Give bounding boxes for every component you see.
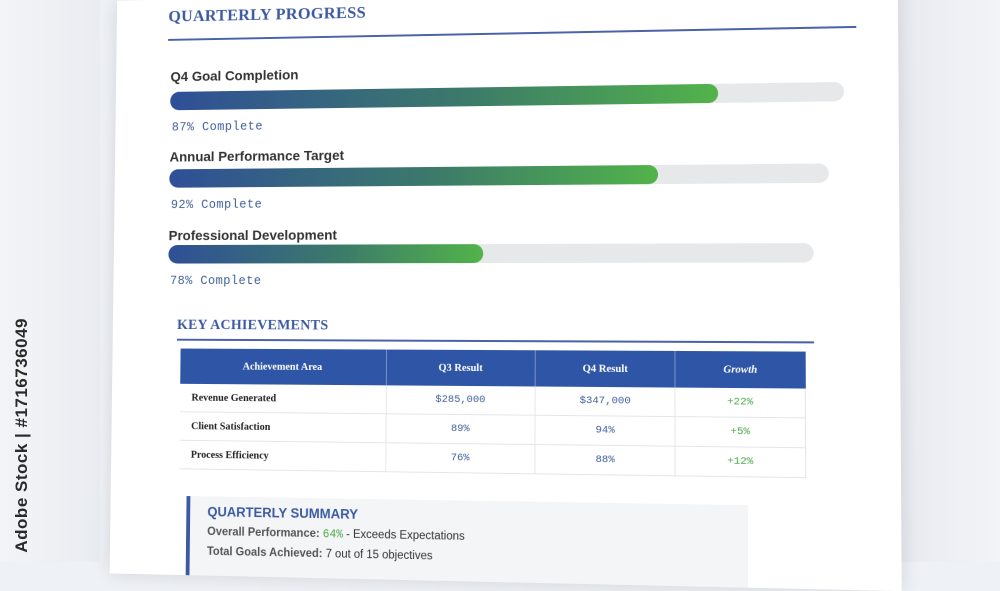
summary-box: QUARTERLY SUMMARY Overall Performance: 6… — [186, 496, 748, 588]
goals-value: 7 out of 15 objectives — [326, 548, 433, 562]
table-header-row: Achievement Area Q3 Result Q4 Result Gro… — [180, 349, 805, 389]
table-cell: 76% — [386, 443, 536, 474]
title-divider — [168, 26, 856, 41]
goal-progress-fill — [168, 244, 483, 263]
table-cell: +5% — [676, 417, 806, 448]
table-cell: Process Efficiency — [179, 440, 386, 471]
overall-performance: Overall Performance: 64% - Exceeds Expec… — [207, 526, 465, 544]
goal-status: 78% Complete — [170, 274, 262, 288]
goal-progress-bar — [169, 163, 829, 187]
achievements-title: KEY ACHIEVEMENTS — [177, 317, 329, 334]
goal-progress-bar — [168, 243, 813, 263]
right-margin — [890, 0, 1000, 562]
stock-credit: Adobe Stock | #1716736049 — [12, 318, 32, 553]
table-cell: 89% — [386, 414, 536, 445]
goals-achieved: Total Goals Achieved: 7 out of 15 object… — [207, 546, 433, 563]
column-header: Q4 Result — [536, 350, 676, 387]
overall-label: Overall Performance: — [207, 526, 320, 540]
goal-label: Q4 Goal Completion — [170, 67, 298, 85]
achievements-divider — [177, 339, 814, 343]
table-row: Process Efficiency 76% 88% +12% — [179, 440, 805, 477]
table-cell: Revenue Generated — [180, 384, 386, 414]
table-cell: $285,000 — [386, 385, 536, 415]
overall-note: - Exceeds Expectations — [346, 529, 465, 543]
goal-label: Annual Performance Target — [169, 147, 344, 164]
table-cell: +22% — [675, 388, 805, 418]
table-cell: Client Satisfaction — [180, 412, 386, 443]
goal-status: 92% Complete — [171, 198, 262, 212]
table-cell: $347,000 — [535, 387, 675, 417]
column-header: Growth — [675, 351, 805, 389]
column-header: Achievement Area — [180, 349, 386, 386]
table-cell: 94% — [535, 415, 675, 446]
goal-progress-fill — [170, 84, 718, 110]
goal-progress-fill — [169, 165, 658, 188]
summary-title: QUARTERLY SUMMARY — [207, 504, 358, 522]
goal-label: Professional Development — [169, 227, 337, 243]
table-cell: +12% — [676, 446, 806, 477]
achievements-table: Achievement Area Q3 Result Q4 Result Gro… — [179, 349, 806, 479]
report-page: QUARTERLY PROGRESS Q4 Goal Completion 87… — [110, 0, 902, 591]
column-header: Q3 Result — [386, 350, 535, 387]
page-title: QUARTERLY PROGRESS — [168, 3, 366, 26]
table-cell: 88% — [535, 445, 675, 476]
goals-label: Total Goals Achieved: — [207, 546, 323, 560]
goal-status: 87% Complete — [172, 120, 263, 135]
goal-progress-bar — [170, 82, 844, 110]
overall-value: 64% — [323, 528, 343, 541]
